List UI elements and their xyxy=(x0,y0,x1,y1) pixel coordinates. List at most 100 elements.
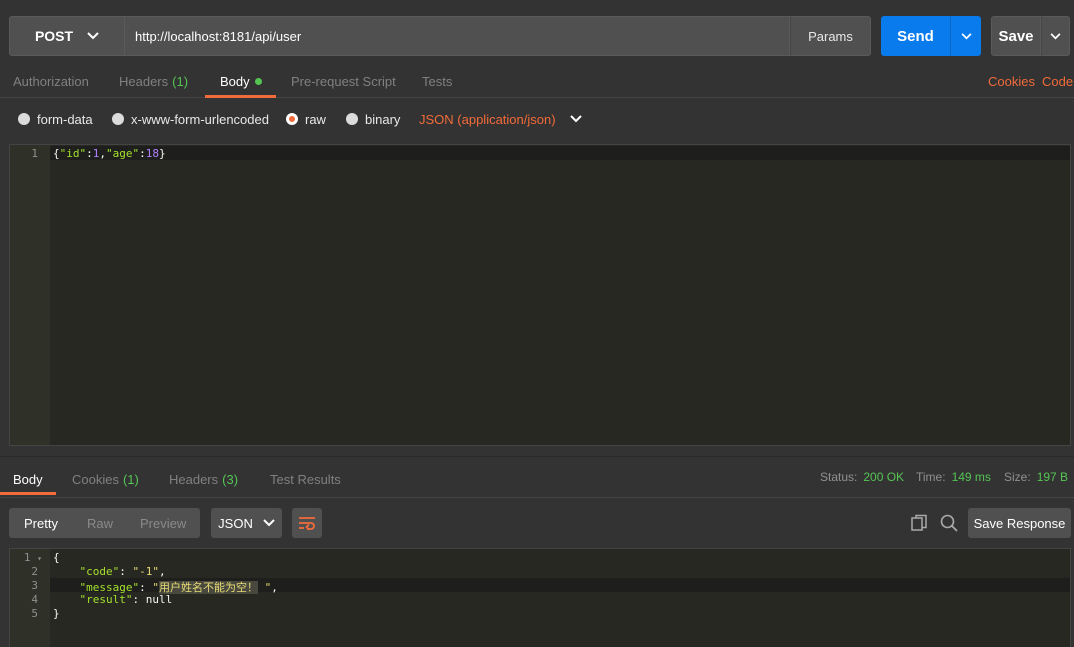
tab-label: Tests xyxy=(422,73,453,89)
code-token: "id" xyxy=(59,147,87,160)
active-line-highlight xyxy=(50,146,1070,160)
radio-binary[interactable]: binary xyxy=(346,99,400,139)
response-body-viewer[interactable]: 1 ▾ 2 3 4 5 { "code": "-1", "message": "… xyxy=(9,548,1071,647)
tab-label: Body xyxy=(220,73,250,89)
response-format-select[interactable]: JSON xyxy=(211,508,282,538)
search-button[interactable] xyxy=(934,508,964,538)
radio-raw[interactable]: raw xyxy=(286,99,326,139)
json-value: "-1" xyxy=(132,565,160,578)
line-number: 1 xyxy=(31,147,38,160)
line-number: 2 xyxy=(31,565,38,578)
code-token: "age" xyxy=(106,147,140,160)
line-number: 5 xyxy=(31,607,38,620)
code-line: } xyxy=(53,607,60,620)
json-punct: : xyxy=(119,565,133,578)
chevron-down-icon xyxy=(961,32,971,39)
body-indicator-dot xyxy=(254,77,262,85)
radio-dot-selected xyxy=(286,113,298,125)
search-icon xyxy=(940,514,958,532)
time-info: Time: 149 ms xyxy=(916,462,991,492)
cookies-count: (1) xyxy=(122,471,139,487)
json-value: null xyxy=(145,593,173,606)
json-punct: : xyxy=(132,593,146,606)
active-tab-underline xyxy=(205,95,276,98)
view-preview-button[interactable]: Preview xyxy=(140,508,186,538)
radio-dot xyxy=(346,113,358,125)
size-info: Size: 197 B xyxy=(1004,462,1068,492)
status-value: 200 OK xyxy=(863,470,905,484)
headers-count: (3) xyxy=(222,471,239,487)
chevron-down-icon xyxy=(1050,32,1061,39)
radio-urlencoded[interactable]: x-www-form-urlencoded xyxy=(112,99,269,139)
tab-label: Authorization xyxy=(13,73,89,89)
view-raw-button[interactable]: Raw xyxy=(87,508,113,538)
fold-arrow-icon[interactable]: ▾ xyxy=(37,554,42,563)
tab-response-body[interactable]: Body xyxy=(13,462,43,496)
editor-gutter: 1 ▾ 2 3 4 5 xyxy=(10,549,50,647)
tab-body[interactable]: Body xyxy=(220,64,262,98)
chevron-down-icon xyxy=(569,115,582,123)
save-response-button[interactable]: Save Response xyxy=(968,508,1071,538)
content-type-label: JSON (application/json) xyxy=(419,111,556,127)
request-body-code: {"id":1,"age":18} xyxy=(53,147,166,160)
send-button[interactable]: Send xyxy=(881,16,950,56)
code-line: "result": null xyxy=(53,593,173,606)
url-input[interactable]: http://localhost:8181/api/user xyxy=(125,16,790,56)
radio-dot xyxy=(18,113,30,125)
params-button[interactable]: Params xyxy=(790,16,871,56)
request-body-editor[interactable]: 1 {"id":1,"age":18} xyxy=(9,144,1071,446)
tab-tests[interactable]: Tests xyxy=(422,64,452,98)
tab-label: Cookies xyxy=(72,471,119,487)
line-number-text: 1 xyxy=(23,551,31,564)
tab-authorization[interactable]: Authorization xyxy=(13,64,89,98)
save-options-button[interactable] xyxy=(1041,16,1070,56)
code-token: : xyxy=(86,147,93,160)
radio-label: x-www-form-urlencoded xyxy=(131,111,269,127)
tab-label: Test Results xyxy=(270,471,341,487)
code-token: { xyxy=(53,147,60,160)
save-button[interactable]: Save xyxy=(991,16,1041,56)
send-options-button[interactable] xyxy=(950,16,981,56)
tab-label: Headers xyxy=(119,73,169,89)
tab-response-cookies[interactable]: Cookies (1) xyxy=(72,462,139,496)
url-text: http://localhost:8181/api/user xyxy=(135,28,302,44)
radio-label: raw xyxy=(305,111,326,127)
format-label: JSON xyxy=(218,515,253,531)
tab-test-results[interactable]: Test Results xyxy=(270,462,341,496)
code-token: : xyxy=(139,147,146,160)
method-select[interactable]: POST xyxy=(9,16,125,56)
radio-label: form-data xyxy=(37,111,93,127)
code-link[interactable]: Code xyxy=(1042,64,1073,98)
tab-label: Pre-request Script xyxy=(291,73,396,89)
active-tab-underline xyxy=(0,492,56,495)
radio-dot xyxy=(112,113,124,125)
time-value: 149 ms xyxy=(951,470,991,484)
size-label: Size: xyxy=(1004,470,1031,484)
chevron-down-icon xyxy=(87,32,99,40)
copy-button[interactable] xyxy=(904,508,934,538)
code-token: 18 xyxy=(145,147,159,160)
content-type-select[interactable]: JSON (application/json) xyxy=(419,99,582,139)
tab-label: Headers xyxy=(169,471,219,487)
section-divider xyxy=(0,456,1074,457)
view-mode-toggle: Pretty Raw Preview xyxy=(9,508,200,538)
size-value: 197 B xyxy=(1036,470,1069,484)
cookies-link[interactable]: Cookies xyxy=(988,64,1035,98)
tab-pre-request-script[interactable]: Pre-request Script xyxy=(291,64,396,98)
json-punct: , xyxy=(159,565,166,578)
time-label: Time: xyxy=(916,470,946,484)
status-info: Status: 200 OK xyxy=(820,462,904,492)
status-label: Status: xyxy=(820,470,858,484)
view-pretty-button[interactable]: Pretty xyxy=(24,508,58,538)
radio-form-data[interactable]: form-data xyxy=(18,99,93,139)
json-key: "result" xyxy=(79,593,133,606)
selected-text: 用户姓名不能为空！ xyxy=(158,581,258,594)
tab-response-headers[interactable]: Headers (3) xyxy=(169,462,238,496)
code-token: } xyxy=(159,147,166,160)
chevron-down-icon xyxy=(263,519,275,527)
code-token: , xyxy=(99,147,106,160)
wrap-lines-button[interactable] xyxy=(292,508,322,538)
json-key: "code" xyxy=(79,565,120,578)
tab-headers[interactable]: Headers (1) xyxy=(119,64,188,98)
line-number: 1 ▾ xyxy=(24,551,42,564)
